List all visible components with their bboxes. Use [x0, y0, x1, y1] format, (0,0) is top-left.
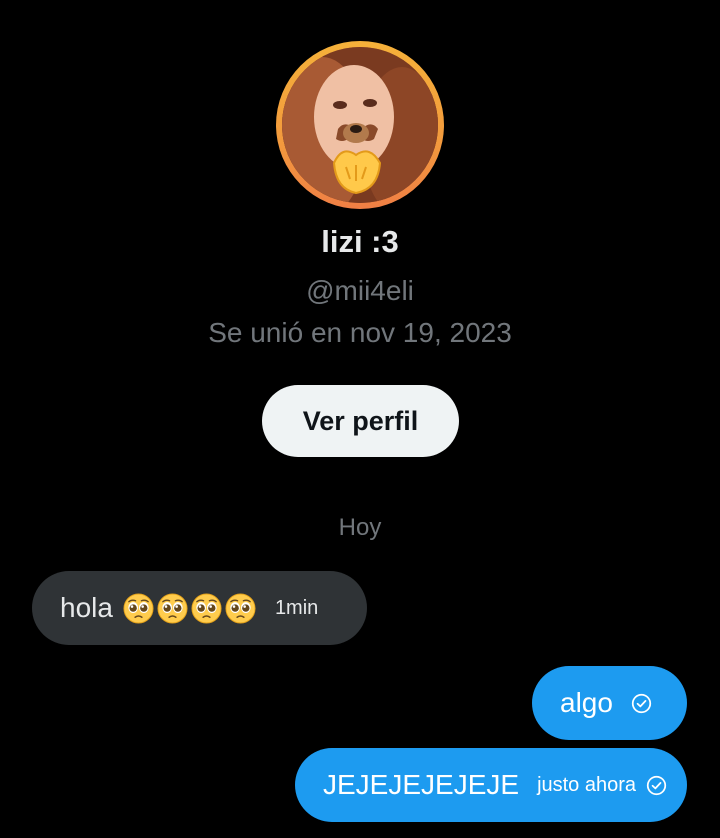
day-separator: Hoy — [338, 514, 382, 541]
message-timestamp: 1min — [274, 596, 319, 619]
avatar-photo — [282, 47, 438, 203]
sent-check-icon — [631, 693, 652, 714]
message-text: hola — [60, 592, 113, 623]
pleading-face-icon — [123, 593, 154, 624]
sent-check-icon — [646, 775, 667, 796]
display-name: lizi :3 — [321, 224, 399, 259]
message-text: JEJEJEJEJEJE — [323, 769, 520, 800]
pleading-face-icon — [225, 593, 256, 624]
message-bubble-outgoing[interactable]: algo — [532, 666, 687, 740]
pleading-face-icon — [191, 593, 222, 624]
emoji-group — [123, 593, 256, 624]
message-bubble-outgoing[interactable]: JEJEJEJEJEJE justo ahora — [295, 748, 687, 822]
message-bubble-incoming[interactable]: hola 1min — [32, 571, 367, 645]
message-timestamp: justo ahora — [537, 773, 637, 796]
message-text: algo — [560, 687, 613, 718]
view-profile-button[interactable]: Ver perfil — [262, 385, 459, 457]
pleading-face-icon — [157, 593, 188, 624]
avatar-ring[interactable] — [276, 41, 444, 209]
joined-date: Se unió en nov 19, 2023 — [208, 317, 512, 348]
avatar[interactable] — [282, 47, 438, 203]
user-handle: @mii4eli — [306, 275, 414, 306]
